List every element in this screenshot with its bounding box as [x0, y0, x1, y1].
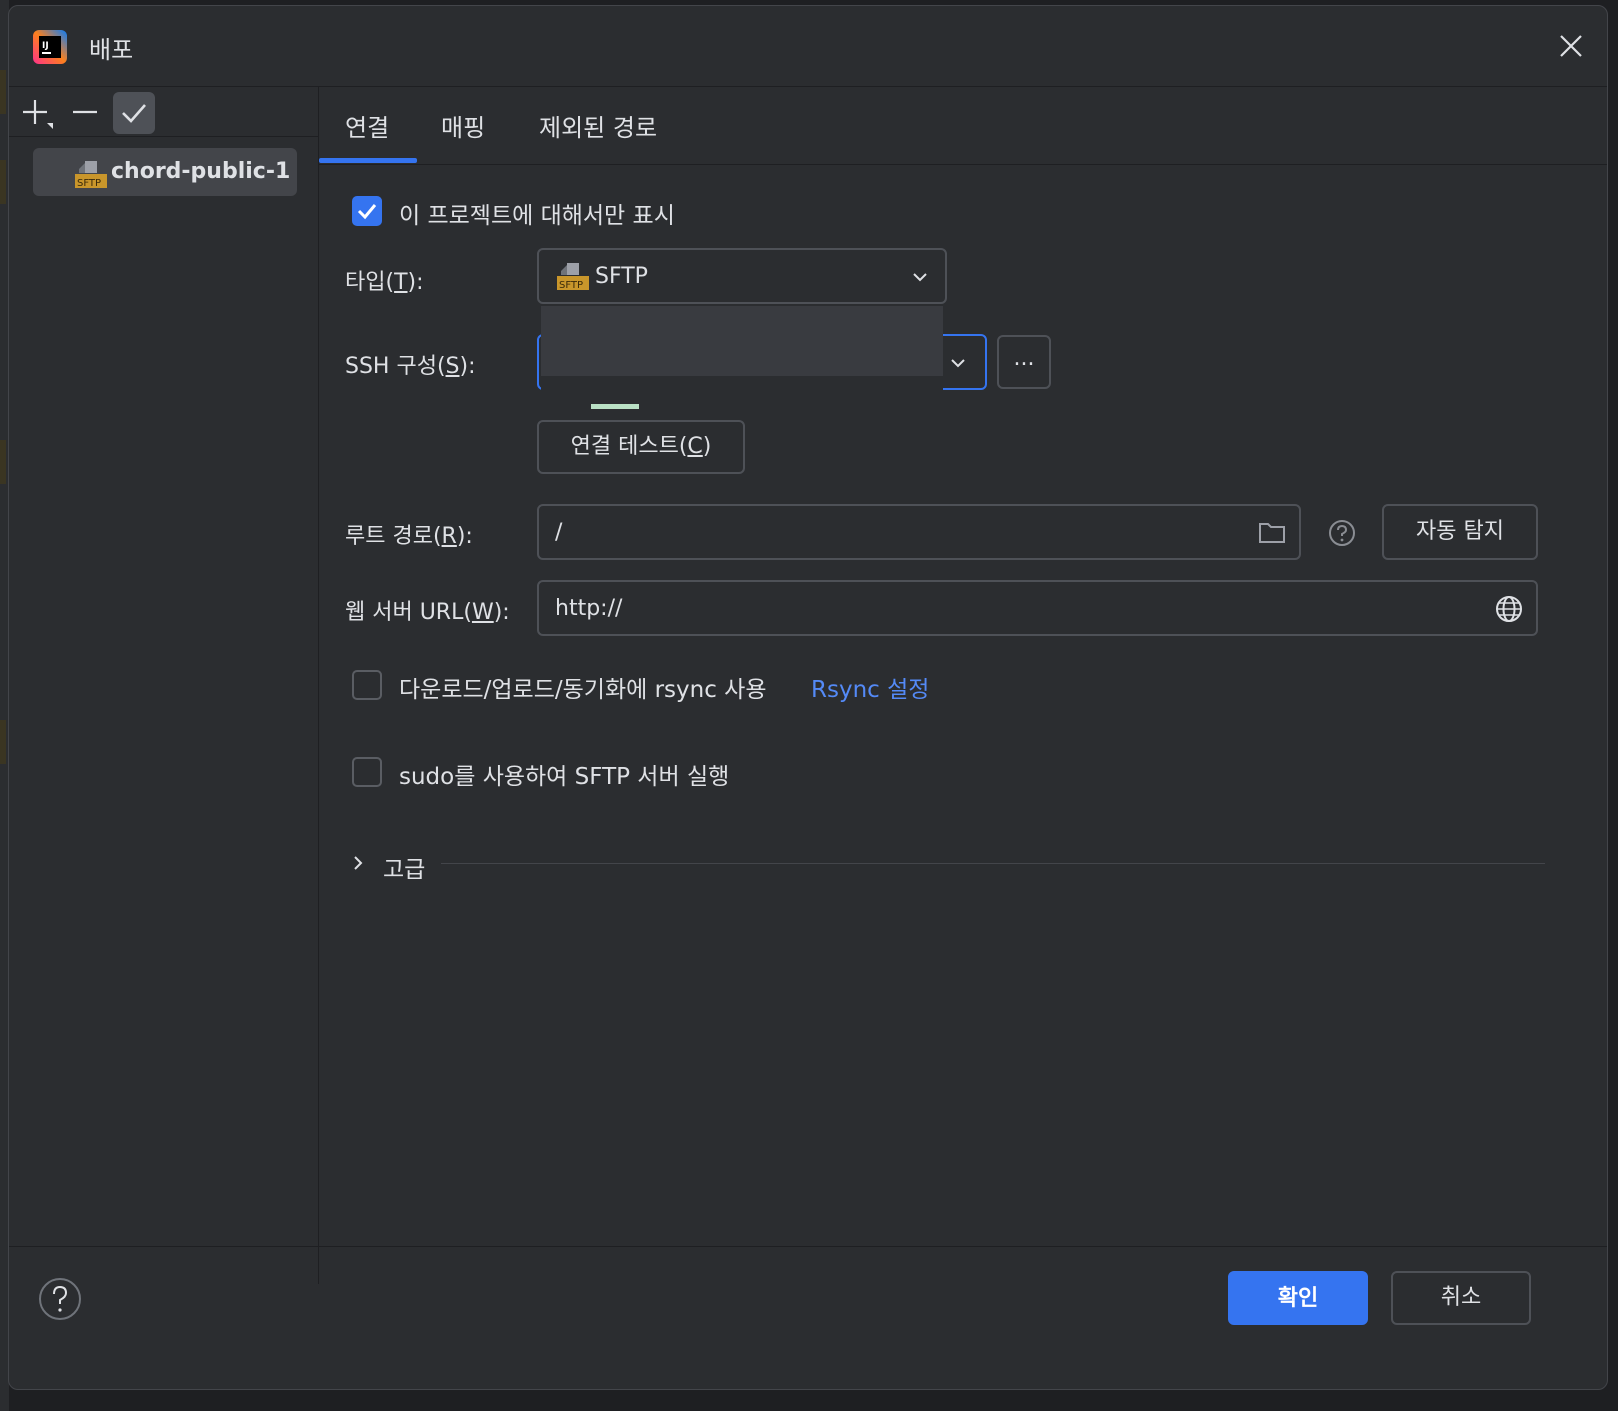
use-rsync-checkbox[interactable]	[352, 670, 382, 700]
sftp-icon: SFTP	[75, 161, 107, 189]
run-sftp-sudo-label: sudo를 사용하여 SFTP 서버 실행	[399, 764, 730, 790]
tab-excluded-paths[interactable]: 제외된 경로	[539, 108, 657, 143]
dialog-title: 배포	[89, 36, 134, 64]
footer-separator	[9, 1246, 1607, 1247]
ide-background-marker	[0, 70, 6, 114]
server-list-panel: SFTP chord-public-1	[9, 86, 319, 1284]
web-server-url-label: 웹 서버 URL(W):	[345, 600, 510, 625]
help-icon[interactable]	[1327, 518, 1357, 548]
configuration-panel: 연결 매핑 제외된 경로 이 프로젝트에 대해서만 표시 타입(T): SFTP…	[319, 86, 1607, 1284]
svg-text:SFTP: SFTP	[559, 280, 583, 291]
checkmark-icon	[357, 204, 377, 220]
ide-background-marker	[0, 440, 6, 484]
remove-icon	[73, 110, 97, 114]
rsync-settings-link[interactable]: Rsync 설정	[811, 670, 929, 704]
ssh-config-more-button[interactable]: ...	[997, 335, 1051, 389]
autodetect-button[interactable]: 자동 탐지	[1382, 504, 1538, 560]
test-connection-button[interactable]: 연결 테스트(C)	[537, 420, 745, 474]
root-path-label: 루트 경로(R):	[345, 524, 473, 549]
sftp-icon: SFTP	[557, 263, 589, 291]
use-rsync-label: 다운로드/업로드/동기화에 rsync 사용	[399, 677, 767, 703]
ok-button[interactable]: 확인	[1228, 1271, 1368, 1325]
popup-body	[541, 376, 943, 396]
tab-mappings[interactable]: 매핑	[441, 108, 485, 143]
title-bar: IJ 배포	[9, 6, 1607, 87]
run-sftp-sudo-checkbox[interactable]	[352, 757, 382, 787]
svg-text:IJ: IJ	[42, 41, 49, 51]
svg-text:SFTP: SFTP	[77, 178, 101, 189]
type-label: 타입(T):	[345, 270, 424, 295]
type-value: SFTP	[595, 264, 648, 289]
add-icon	[23, 100, 53, 129]
chevron-right-icon[interactable]	[347, 852, 369, 874]
globe-icon[interactable]	[1493, 593, 1525, 625]
ssh-config-loading-popup	[541, 306, 943, 376]
chevron-down-icon	[951, 359, 965, 368]
deployment-dialog: IJ 배포 SFTP chord-public-1 연결 매핑 제외된 경로 이…	[8, 5, 1608, 1390]
visible-only-project-checkbox[interactable]	[352, 196, 382, 226]
set-default-button[interactable]	[113, 92, 155, 134]
remove-server-button[interactable]	[65, 92, 107, 134]
ide-background-marker	[0, 720, 6, 764]
selected-tab-indicator	[319, 158, 417, 163]
root-path-field[interactable]: /	[537, 504, 1301, 560]
server-name-label: chord-public-1	[111, 159, 291, 184]
check-icon	[122, 104, 146, 123]
intellij-app-icon: IJ	[33, 30, 67, 64]
help-icon[interactable]	[37, 1276, 83, 1322]
web-server-url-field[interactable]: http://	[537, 580, 1538, 636]
advanced-separator	[441, 863, 1545, 864]
chevron-down-icon	[913, 273, 927, 282]
tab-connection[interactable]: 연결	[345, 108, 389, 143]
type-combobox[interactable]: SFTP SFTP	[537, 248, 947, 304]
ssh-config-label: SSH 구성(S):	[345, 354, 476, 379]
server-list-item[interactable]: SFTP chord-public-1	[33, 148, 297, 196]
visible-only-project-label: 이 프로젝트에 대해서만 표시	[399, 203, 675, 229]
close-icon[interactable]	[1551, 26, 1591, 66]
add-server-button[interactable]	[17, 92, 59, 134]
server-list-toolbar	[9, 86, 318, 137]
tab-bar: 연결 매핑 제외된 경로	[319, 86, 1607, 165]
loading-indicator	[591, 404, 639, 409]
advanced-section-toggle[interactable]: 고급	[383, 850, 425, 884]
web-server-url-value: http://	[555, 596, 623, 621]
cancel-button[interactable]: 취소	[1391, 1271, 1531, 1325]
root-path-value: /	[555, 520, 563, 545]
folder-icon[interactable]	[1257, 518, 1287, 546]
ide-background-marker	[0, 160, 6, 204]
